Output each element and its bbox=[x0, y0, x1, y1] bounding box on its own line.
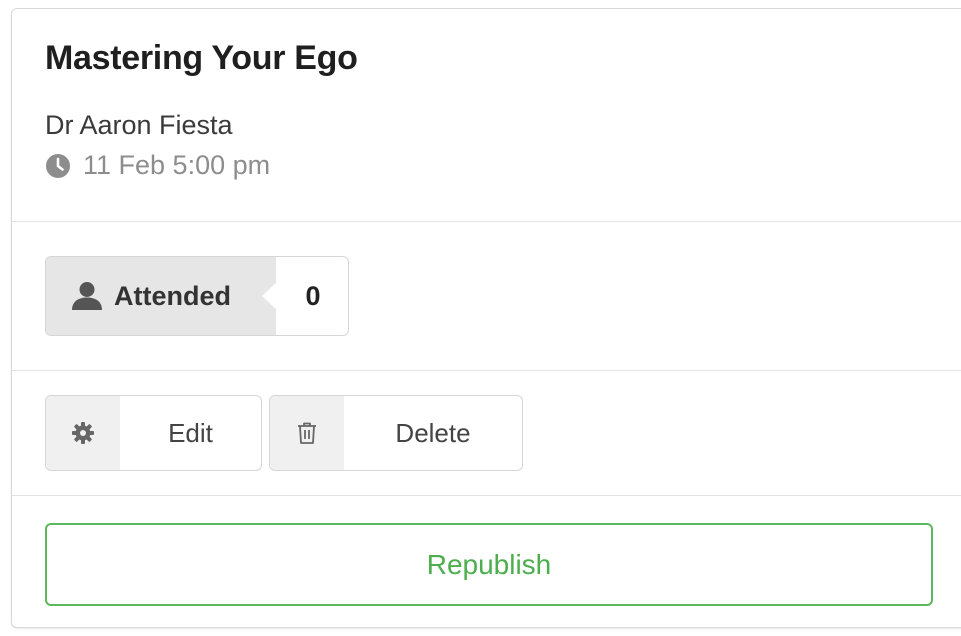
edit-label: Edit bbox=[168, 417, 213, 448]
attended-count: 0 bbox=[305, 280, 321, 311]
edit-icon-cell bbox=[46, 396, 120, 470]
gear-icon bbox=[72, 422, 94, 444]
page-title: Mastering Your Ego bbox=[45, 39, 358, 77]
user-icon bbox=[70, 281, 104, 311]
clock-icon bbox=[45, 153, 71, 179]
badge-notch bbox=[262, 283, 276, 309]
divider bbox=[12, 221, 961, 222]
delete-label: Delete bbox=[395, 417, 471, 448]
event-time-row: 11 Feb 5:00 pm bbox=[45, 150, 270, 181]
trash-icon bbox=[298, 422, 316, 444]
delete-icon-cell bbox=[270, 396, 344, 470]
attended-badge: Attended 0 bbox=[45, 256, 349, 336]
event-datetime: 11 Feb 5:00 pm bbox=[83, 150, 271, 180]
event-host: Dr Aaron Fiesta bbox=[45, 110, 233, 140]
event-card: Mastering Your Ego Dr Aaron Fiesta 11 Fe… bbox=[11, 8, 961, 628]
delete-button[interactable]: Delete bbox=[269, 395, 523, 471]
attended-label: Attended bbox=[114, 280, 231, 311]
attended-label-part: Attended bbox=[46, 257, 276, 335]
republish-button[interactable]: Republish bbox=[45, 523, 933, 606]
divider bbox=[12, 495, 961, 496]
edit-button[interactable]: Edit bbox=[45, 395, 262, 471]
divider bbox=[12, 370, 961, 371]
